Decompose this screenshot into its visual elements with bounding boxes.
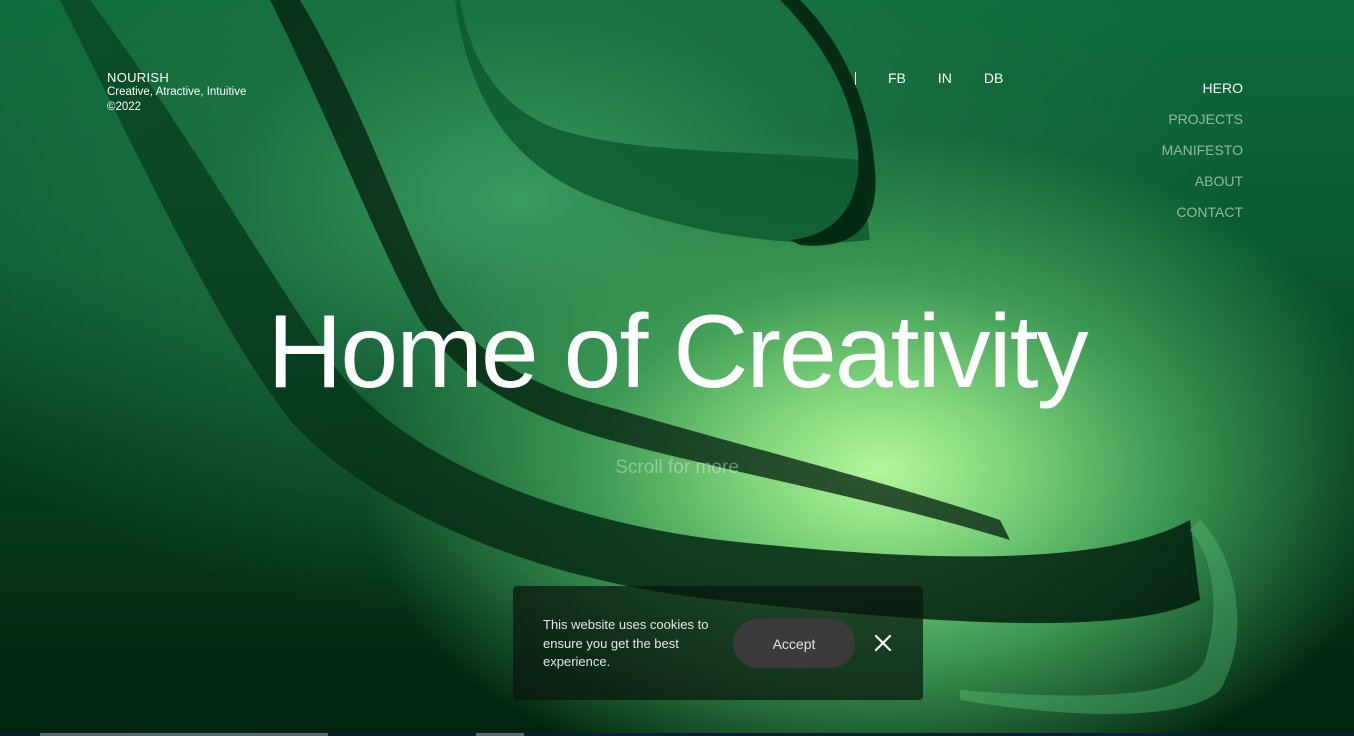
main-nav: HERO PROJECTS MANIFESTO ABOUT CONTACT	[1162, 73, 1243, 228]
cookie-banner: This website uses cookies to ensure you …	[513, 586, 923, 700]
nav-item-manifesto[interactable]: MANIFESTO	[1162, 135, 1243, 166]
brand-tagline: Creative, Atractive, Intuitive	[107, 86, 247, 98]
social-links: FB IN DB	[855, 70, 1035, 86]
brand-block: NOURISH Creative, Atractive, Intuitive ©…	[107, 70, 246, 115]
nav-item-projects[interactable]: PROJECTS	[1162, 104, 1243, 135]
nav-item-about[interactable]: ABOUT	[1162, 166, 1243, 197]
cookie-message: This website uses cookies to ensure you …	[543, 617, 709, 669]
scroll-hint[interactable]: Scroll for more	[0, 457, 1354, 479]
nav-item-hero[interactable]: HERO	[1162, 73, 1243, 104]
cookie-accept-button[interactable]: Accept	[733, 619, 855, 668]
social-link-fb[interactable]: FB	[888, 70, 906, 86]
brand-name[interactable]: NOURISH	[107, 70, 246, 85]
social-divider	[855, 71, 856, 85]
hero-title: Home of Creativity	[267, 294, 1088, 410]
nav-item-contact[interactable]: CONTACT	[1162, 197, 1243, 228]
social-link-db[interactable]: DB	[984, 70, 1003, 86]
brand-year: ©2022	[107, 101, 142, 113]
social-link-in[interactable]: IN	[938, 70, 952, 86]
hero-page: NOURISH Creative, Atractive, Intuitive ©…	[0, 0, 1354, 736]
close-icon[interactable]	[873, 633, 893, 653]
